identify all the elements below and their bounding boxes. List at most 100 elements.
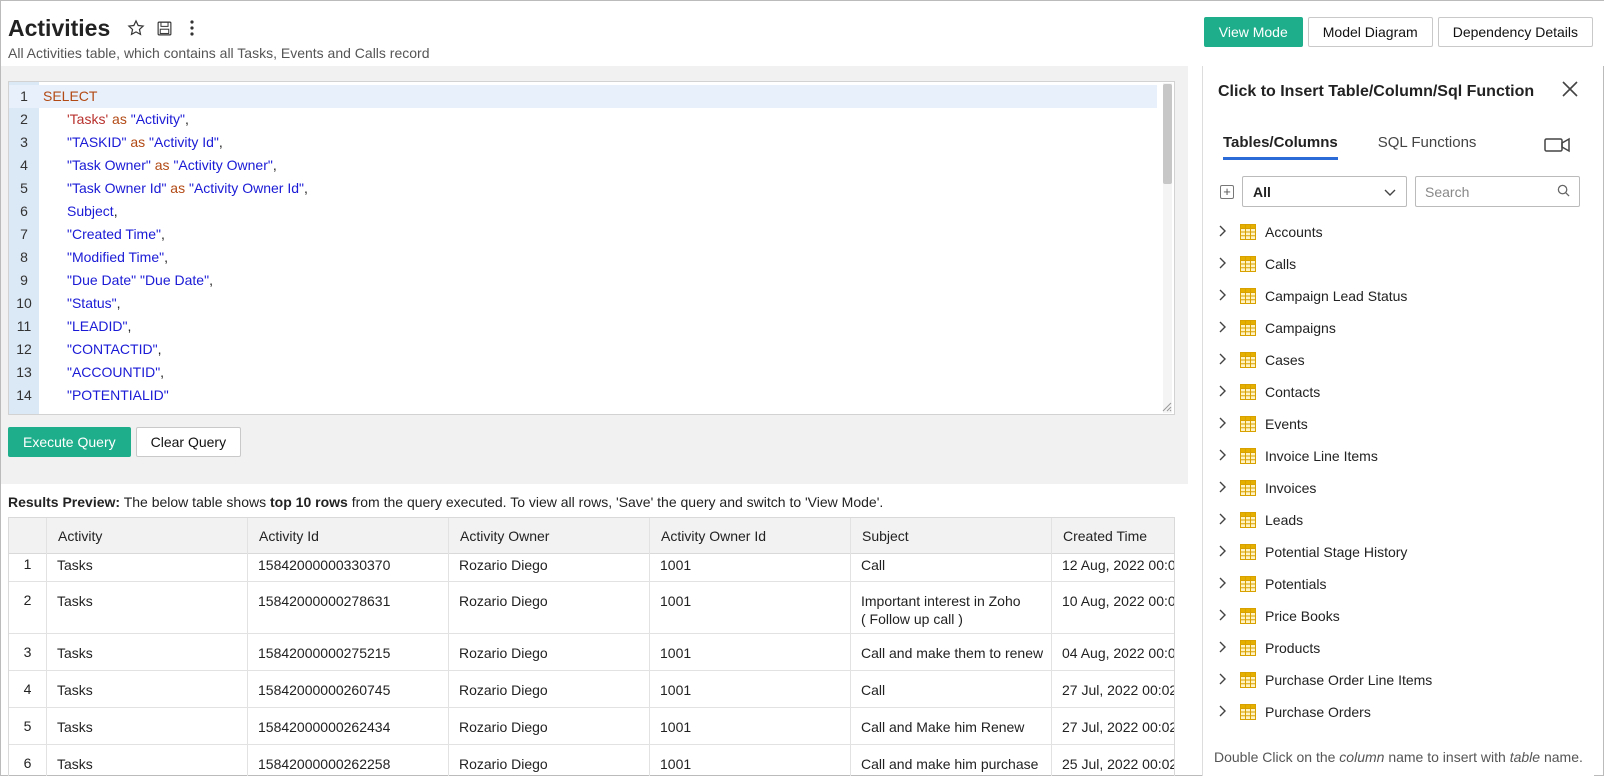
column-header[interactable]: Subject xyxy=(850,518,1051,554)
table-tree-item[interactable]: Potentials xyxy=(1218,568,1588,600)
editor-scrollbar-thumb[interactable] xyxy=(1163,84,1172,184)
table-tree-item[interactable]: Accounts xyxy=(1218,216,1588,248)
table-name: Potential Stage History xyxy=(1265,544,1408,560)
code-line[interactable]: 4 "Task Owner" as "Activity Owner", xyxy=(9,154,1157,177)
chevron-right-icon[interactable] xyxy=(1218,352,1240,368)
cell-created-time: 27 Jul, 2022 00:02 xyxy=(1062,682,1175,698)
chevron-right-icon[interactable] xyxy=(1218,384,1240,400)
table-tree-item[interactable]: Purchase Order Line Items xyxy=(1218,664,1588,696)
chevron-right-icon[interactable] xyxy=(1218,224,1240,240)
code-line[interactable]: 3 "TASKID" as "Activity Id", xyxy=(9,131,1157,154)
sql-identifier: "Status" xyxy=(67,295,117,311)
close-icon[interactable] xyxy=(1560,80,1580,100)
search-placeholder: Search xyxy=(1425,183,1470,200)
cell-owner-id: 1001 xyxy=(660,682,692,698)
code-line[interactable]: 2 'Tasks' as "Activity", xyxy=(9,108,1157,131)
save-icon[interactable] xyxy=(155,18,173,38)
code-line[interactable]: 7 "Created Time", xyxy=(9,223,1157,246)
query-editor-area: 1 SELECT 2 'Tasks' as "Activity", 3 "TAS… xyxy=(1,66,1188,484)
table-row[interactable]: 2 Tasks 15842000000278631 Rozario Diego … xyxy=(9,582,1174,634)
table-row[interactable]: 4 Tasks 15842000000260745 Rozario Diego … xyxy=(9,671,1175,708)
column-header[interactable]: Activity Id xyxy=(247,518,448,554)
sql-identifier: "Task Owner Id" xyxy=(67,180,167,196)
table-tree-item[interactable]: Calls xyxy=(1218,248,1588,280)
code-line[interactable]: 13 "ACCOUNTID", xyxy=(9,361,1157,384)
cell-created-time: 12 Aug, 2022 00:0 xyxy=(1062,557,1175,573)
sql-punct: , xyxy=(157,341,162,357)
table-row[interactable]: 1 Tasks 15842000000330370 Rozario Diego … xyxy=(9,554,1175,582)
chevron-right-icon[interactable] xyxy=(1218,704,1240,720)
table-row[interactable]: 5 Tasks 15842000000262434 Rozario Diego … xyxy=(9,708,1174,745)
table-tree-item[interactable]: Potential Stage History xyxy=(1218,536,1588,568)
table-tree-item[interactable]: Cases xyxy=(1218,344,1588,376)
panel-footer: Double Click on the column name to inser… xyxy=(1214,749,1583,765)
code-line[interactable]: 8 "Modified Time", xyxy=(9,246,1157,269)
chevron-right-icon[interactable] xyxy=(1218,320,1240,336)
table-tree-item[interactable]: Campaign Lead Status xyxy=(1218,280,1588,312)
table-tree-item[interactable]: Invoice Line Items xyxy=(1218,440,1588,472)
code-line[interactable]: 12 "CONTACTID", xyxy=(9,338,1157,361)
table-tree-item[interactable]: Invoices xyxy=(1218,472,1588,504)
sql-editor[interactable]: 1 SELECT 2 'Tasks' as "Activity", 3 "TAS… xyxy=(8,81,1175,415)
search-input[interactable]: Search xyxy=(1415,176,1580,207)
chevron-right-icon[interactable] xyxy=(1218,480,1240,496)
chevron-right-icon[interactable] xyxy=(1218,640,1240,656)
resize-grip-icon[interactable] xyxy=(1160,400,1172,412)
column-header[interactable]: Created Time xyxy=(1051,518,1174,554)
sql-identifier: "Activity Owner" xyxy=(173,157,273,173)
cell-activity-id: 15842000000262434 xyxy=(258,719,391,735)
code-line[interactable]: 6 Subject, xyxy=(9,200,1157,223)
column-header[interactable]: Activity Owner xyxy=(448,518,649,554)
table-tree-item[interactable]: Contacts xyxy=(1218,376,1588,408)
cell-activity-id: 15842000000330370 xyxy=(258,557,391,573)
sql-identifier: "LEADID" xyxy=(67,318,128,334)
sql-keyword: as xyxy=(108,111,131,127)
column-header[interactable]: Activity xyxy=(46,518,247,554)
chevron-right-icon[interactable] xyxy=(1218,512,1240,528)
code-line[interactable]: 11 "LEADID", xyxy=(9,315,1157,338)
chevron-right-icon[interactable] xyxy=(1218,448,1240,464)
code-line[interactable]: 14 "POTENTIALID" xyxy=(9,384,1157,407)
column-header[interactable]: Activity Owner Id xyxy=(649,518,850,554)
sql-identifier: "Modified Time" xyxy=(67,249,165,265)
model-diagram-button[interactable]: Model Diagram xyxy=(1307,17,1433,47)
results-preview-label: Results Preview: The below table shows t… xyxy=(8,494,883,510)
video-icon[interactable] xyxy=(1544,137,1570,153)
table-filter-select[interactable]: All xyxy=(1242,176,1407,207)
star-icon[interactable] xyxy=(127,18,145,38)
panel-filter: + All Search xyxy=(1220,176,1580,207)
more-options-icon[interactable] xyxy=(183,18,201,38)
code-line[interactable]: 5 "Task Owner Id" as "Activity Owner Id"… xyxy=(9,177,1157,200)
cell-subject: Call and make them to renew xyxy=(861,645,1044,661)
table-row[interactable]: 3 Tasks 15842000000275215 Rozario Diego … xyxy=(9,634,1174,671)
table-tree-item[interactable]: Products xyxy=(1218,632,1588,664)
row-number: 1 xyxy=(23,556,32,572)
chevron-right-icon[interactable] xyxy=(1218,256,1240,272)
code-line[interactable]: 1 SELECT xyxy=(9,85,1157,108)
expand-all-icon[interactable]: + xyxy=(1220,184,1234,199)
tab-sql-functions[interactable]: SQL Functions xyxy=(1378,134,1477,160)
code-line[interactable]: 10 "Status", xyxy=(9,292,1157,315)
table-tree-item[interactable]: Purchase Orders xyxy=(1218,696,1588,728)
chevron-right-icon[interactable] xyxy=(1218,544,1240,560)
dependency-details-button[interactable]: Dependency Details xyxy=(1437,17,1593,47)
table-icon xyxy=(1240,288,1256,304)
clear-query-button[interactable]: Clear Query xyxy=(135,427,242,457)
table-tree-item[interactable]: Campaigns xyxy=(1218,312,1588,344)
chevron-right-icon[interactable] xyxy=(1218,672,1240,688)
tab-tables-columns[interactable]: Tables/Columns xyxy=(1223,134,1338,160)
table-tree-item[interactable]: Price Books xyxy=(1218,600,1588,632)
chevron-right-icon[interactable] xyxy=(1218,576,1240,592)
chevron-right-icon[interactable] xyxy=(1218,288,1240,304)
table-row[interactable]: 6 Tasks 15842000000262258 Rozario Diego … xyxy=(9,745,1174,776)
table-tree-item[interactable]: Leads xyxy=(1218,504,1588,536)
chevron-right-icon[interactable] xyxy=(1218,608,1240,624)
code-line[interactable]: 9 "Due Date" "Due Date", xyxy=(9,269,1157,292)
table-tree-item[interactable]: Events xyxy=(1218,408,1588,440)
execute-query-button[interactable]: Execute Query xyxy=(8,427,131,457)
sql-identifier: Subject xyxy=(67,203,114,219)
view-mode-button[interactable]: View Mode xyxy=(1203,17,1303,47)
line-number: 10 xyxy=(16,295,32,311)
chevron-right-icon[interactable] xyxy=(1218,416,1240,432)
sql-punct: , xyxy=(113,203,118,219)
